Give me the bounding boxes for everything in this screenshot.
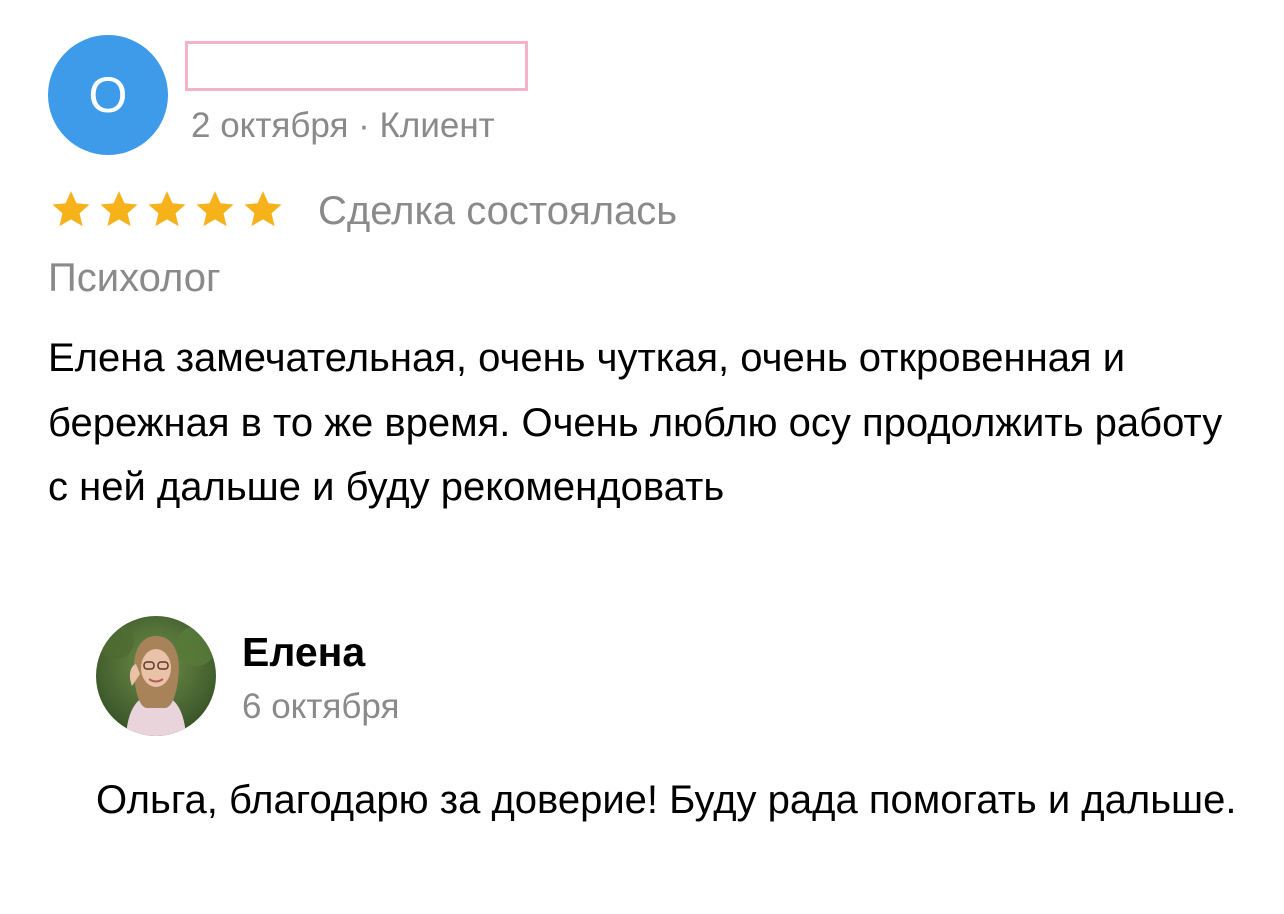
star-icon xyxy=(52,191,90,227)
meta-separator: · xyxy=(348,106,380,145)
star-icon xyxy=(148,191,186,227)
reviewer-initial: О xyxy=(88,67,128,123)
star-icon xyxy=(244,191,282,227)
service-name: Психолог xyxy=(48,256,221,300)
answer-author-name[interactable]: Елена xyxy=(242,627,365,677)
review-card: О 2 октября · Клиент Сделка состоялась П… xyxy=(0,0,1284,914)
review-date: 2 октября xyxy=(191,106,349,145)
star-icon xyxy=(196,191,234,227)
star-icon xyxy=(100,191,138,227)
answer-text: Ольга, благодарю за доверие! Буду рада п… xyxy=(96,778,1237,822)
review-meta: 2 октября · Клиент xyxy=(191,104,495,148)
answer-author-avatar[interactable] xyxy=(96,616,216,736)
rating-stars xyxy=(50,188,284,230)
avatar-photo xyxy=(96,616,216,736)
answer-date: 6 октября xyxy=(242,687,400,726)
reviewer-name-redacted xyxy=(185,41,528,91)
deal-status: Сделка состоялась xyxy=(318,189,678,233)
reviewer-avatar[interactable]: О xyxy=(48,35,168,155)
reviewer-role: Клиент xyxy=(379,106,495,145)
review-text: Елена замечательная, очень чуткая, очень… xyxy=(48,336,1223,509)
